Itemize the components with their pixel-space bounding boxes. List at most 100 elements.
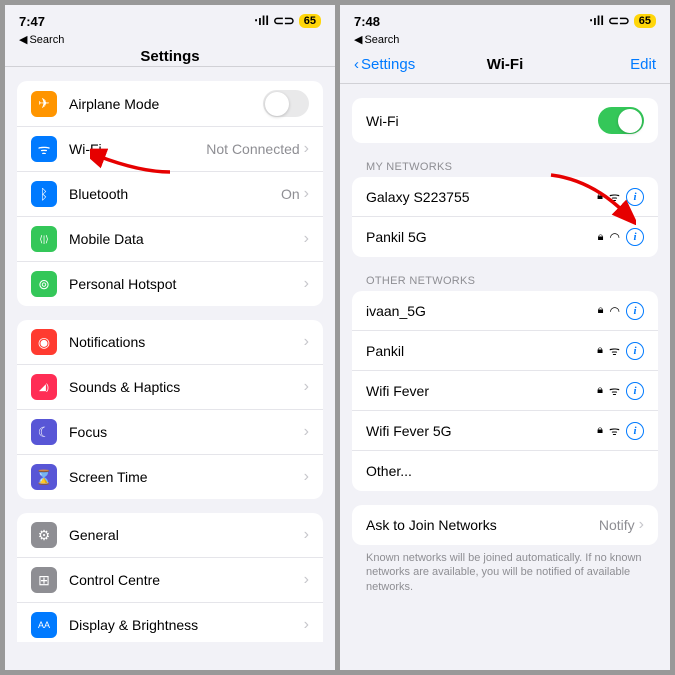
network-name: Pankil [366, 343, 597, 359]
status-bar: 7:48 ⋅ıll ⊂⊃ 65 [340, 5, 670, 33]
network-row[interactable]: Wifi Fever 5G🔒︎ᯤi [352, 411, 658, 451]
chevron-icon: › [304, 185, 309, 203]
wifi-signal-icon: ᯤ [609, 188, 620, 205]
ask-footer: Known networks will be joined automatica… [352, 545, 658, 600]
screentime-icon: ⌛ [31, 464, 57, 490]
chevron-icon: › [304, 616, 309, 634]
chevron-icon: › [304, 571, 309, 589]
sounds-icon: ◢) [31, 374, 57, 400]
edit-button[interactable]: Edit [630, 56, 656, 73]
other-networks-header: OTHER NETWORKS [352, 271, 658, 291]
row-label: General [69, 527, 304, 543]
signal-icon: ⋅ıll [254, 13, 269, 29]
control-icon: ⊞ [31, 567, 57, 593]
chevron-icon: › [304, 333, 309, 351]
wifi-signal-icon: ᯤ [609, 422, 620, 439]
network-row[interactable]: Pankil🔒︎ ᯤi [352, 331, 658, 371]
wifi-signal-icon: ◠ [610, 230, 620, 244]
chevron-icon: › [304, 526, 309, 544]
battery-badge: 65 [299, 14, 321, 28]
chevron-icon: › [304, 140, 309, 158]
wifi-label: Wi-Fi [366, 113, 598, 129]
content-scroll[interactable]: ✈ Airplane Mode ᯤ Wi-FiNot Connected › ᛒ Bluet… [5, 67, 335, 642]
bluetooth-icon: ᛒ [31, 181, 57, 207]
row-label: Focus [69, 424, 304, 440]
info-button[interactable]: i [626, 188, 644, 206]
network-row[interactable]: ivaan_5G🔒︎ ◠ i [352, 291, 658, 331]
status-bar: 7:47 ⋅ıll ⊂⊃ 65 [5, 5, 335, 33]
display-icon: AA [31, 612, 57, 638]
row-label: Personal Hotspot [69, 276, 304, 292]
display-row[interactable]: AA Display & Brightness› [17, 603, 323, 642]
content-scroll[interactable]: Wi-Fi MY NETWORKS Galaxy S223755🔒︎ᯤiPank… [340, 84, 670, 659]
wifi-screen: 7:48 ⋅ıll ⊂⊃ 65 ◀ Search ‹ Settings Wi-F… [340, 5, 670, 670]
row-label: Airplane Mode [69, 96, 263, 112]
info-button[interactable]: i [626, 342, 644, 360]
network-row[interactable]: Wifi Fever🔒︎ᯤi [352, 371, 658, 411]
info-button[interactable]: i [626, 228, 644, 246]
nav-bar: Settings [5, 50, 335, 67]
toggle[interactable] [263, 90, 309, 117]
network-row[interactable]: Pankil 5G🔒︎◠i [352, 217, 658, 257]
chevron-icon: › [639, 516, 644, 534]
network-name: Wifi Fever [366, 383, 597, 399]
screentime-row[interactable]: ⌛Screen Time› [17, 455, 323, 499]
back-search[interactable]: ◀ Search [340, 33, 670, 50]
network-row[interactable]: Galaxy S223755🔒︎ ᯤi [352, 177, 658, 217]
ask-join-label: Ask to Join Networks [366, 517, 599, 533]
notifications-row[interactable]: ◉Notifications› [17, 320, 323, 365]
row-label: Mobile Data [69, 231, 304, 247]
page-title: Wi-Fi [487, 56, 524, 73]
row-label: Wi-Fi [69, 141, 206, 157]
other-label: Other... [366, 463, 644, 479]
signal-icon: ⋅ıll [589, 13, 604, 29]
ask-join-row[interactable]: Ask to Join Networks Notify › [352, 505, 658, 545]
info-button[interactable]: i [626, 382, 644, 400]
row-label: Bluetooth [69, 186, 281, 202]
row-label: Display & Brightness [69, 617, 304, 633]
airplane-icon: ✈ [31, 91, 57, 117]
info-button[interactable]: i [626, 302, 644, 320]
row-label: Control Centre [69, 572, 304, 588]
vpn-icon: ⊂⊃ [273, 13, 295, 29]
my-networks-header: MY NETWORKS [352, 157, 658, 177]
control-row[interactable]: ⊞ Control Centre› [17, 558, 323, 603]
lock-icon: 🔒︎ [597, 384, 603, 397]
sounds-row[interactable]: ◢)Sounds & Haptics› [17, 365, 323, 410]
lock-icon: 🔒︎ [598, 304, 604, 317]
nav-bar: ‹ Settings Wi-Fi Edit [340, 50, 670, 84]
other-network-row[interactable]: Other... [352, 451, 658, 491]
bluetooth-row[interactable]: ᛒ BluetoothOn› [17, 172, 323, 217]
lock-icon: 🔒︎ [597, 344, 603, 357]
general-icon: ⚙ [31, 522, 57, 548]
wifi-toggle[interactable] [598, 107, 644, 134]
row-detail: Not Connected [206, 141, 299, 157]
hotspot-row[interactable]: ⊚Personal Hotspot› [17, 262, 323, 306]
lock-icon: 🔒︎ [597, 190, 603, 203]
lock-icon: 🔒︎ [598, 231, 604, 244]
network-name: Wifi Fever 5G [366, 423, 597, 439]
chevron-icon: › [304, 378, 309, 396]
wifi-signal-icon: ◠ [610, 304, 620, 318]
page-title: Settings [140, 48, 199, 65]
chevron-icon: › [304, 230, 309, 248]
info-button[interactable]: i [626, 422, 644, 440]
battery-badge: 65 [634, 14, 656, 28]
airplane-row[interactable]: ✈ Airplane Mode [17, 81, 323, 127]
wifi-signal-icon: ᯤ [609, 342, 620, 359]
wifi-toggle-row: Wi-Fi [352, 98, 658, 143]
mobile-data-row[interactable]: ⟨|⟩ Mobile Data› [17, 217, 323, 262]
clock: 7:47 [19, 14, 45, 29]
wifi-icon: ᯤ [31, 136, 57, 162]
mobile-data-icon: ⟨|⟩ [31, 226, 57, 252]
row-detail: On [281, 186, 300, 202]
network-name: ivaan_5G [366, 303, 598, 319]
network-name: Galaxy S223755 [366, 189, 597, 205]
focus-row[interactable]: ☾Focus› [17, 410, 323, 455]
back-button[interactable]: ‹ Settings [354, 56, 415, 73]
wifi-row[interactable]: ᯤ Wi-FiNot Connected › [17, 127, 323, 172]
row-label: Screen Time [69, 469, 304, 485]
chevron-icon: › [304, 275, 309, 293]
general-row[interactable]: ⚙ General› [17, 513, 323, 558]
row-label: Notifications [69, 334, 304, 350]
